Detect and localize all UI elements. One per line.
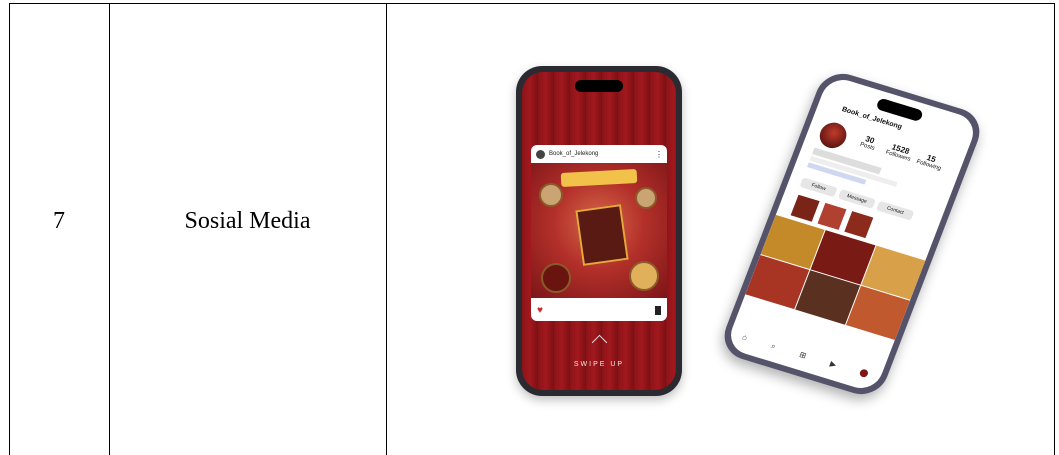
add-post-icon[interactable]: ⊞	[798, 350, 808, 361]
post-actions: ♥	[531, 299, 667, 321]
swipe-up-label: SWIPE UP	[573, 361, 625, 368]
post-username: Book_of_Jelekong	[549, 151, 599, 157]
stat-following: 15 Following	[913, 150, 947, 173]
post-avatar	[536, 149, 545, 159]
chevron-up-icon	[591, 334, 608, 351]
phone-front: Book_of_Jelekong ⋮ ♥ SWIPE UP	[516, 66, 682, 396]
cookie-graphic	[629, 261, 659, 291]
table-top-border	[9, 3, 1055, 4]
post-image	[531, 163, 667, 298]
bookmark-icon[interactable]	[655, 305, 661, 315]
profile-avatar[interactable]	[815, 119, 851, 152]
cookie-graphic	[635, 187, 657, 209]
stat-followers: 1528 Followers	[882, 141, 916, 164]
book-cover-graphic	[575, 204, 629, 266]
search-icon[interactable]: ⌕	[769, 341, 778, 352]
bottom-nav: ⌂ ⌕ ⊞ ▶	[728, 329, 881, 384]
dynamic-island	[575, 80, 623, 92]
stat-posts: 30 Posts	[852, 131, 886, 154]
phone-front-screen: Book_of_Jelekong ⋮ ♥ SWIPE UP	[522, 72, 676, 390]
phone-back: Book_of_Jelekong 30 Posts 1528 Followers…	[717, 67, 987, 401]
reels-icon[interactable]: ▶	[828, 359, 838, 370]
highlight-thumbnail[interactable]	[817, 202, 847, 230]
row-number: 7	[53, 208, 65, 234]
instagram-post[interactable]: Book_of_Jelekong ⋮ ♥	[531, 145, 667, 321]
highlight-thumbnail[interactable]	[790, 194, 820, 222]
contact-button[interactable]: Contact	[876, 200, 915, 221]
post-grid	[745, 214, 926, 340]
post-title-banner	[560, 169, 638, 187]
social-media-mockup: Book_of_Jelekong ⋮ ♥ SWIPE UP Book_of_Je…	[500, 60, 987, 410]
cookie-graphic	[539, 183, 563, 207]
row-label: Sosial Media	[184, 208, 311, 234]
table-right-border	[1054, 3, 1055, 455]
highlight-thumbnail[interactable]	[844, 211, 874, 239]
message-button[interactable]: Message	[837, 189, 876, 209]
profile-nav-avatar[interactable]	[858, 368, 870, 379]
profile-screen: Book_of_Jelekong 30 Posts 1528 Followers…	[724, 74, 980, 394]
more-options-icon[interactable]: ⋮	[655, 150, 663, 159]
cookie-graphic	[541, 263, 571, 293]
follow-button[interactable]: Follow	[799, 177, 838, 198]
heart-icon[interactable]: ♥	[537, 305, 543, 316]
table-divider-2	[386, 3, 387, 455]
home-icon[interactable]: ⌂	[741, 332, 749, 343]
post-header: Book_of_Jelekong ⋮	[531, 145, 667, 163]
